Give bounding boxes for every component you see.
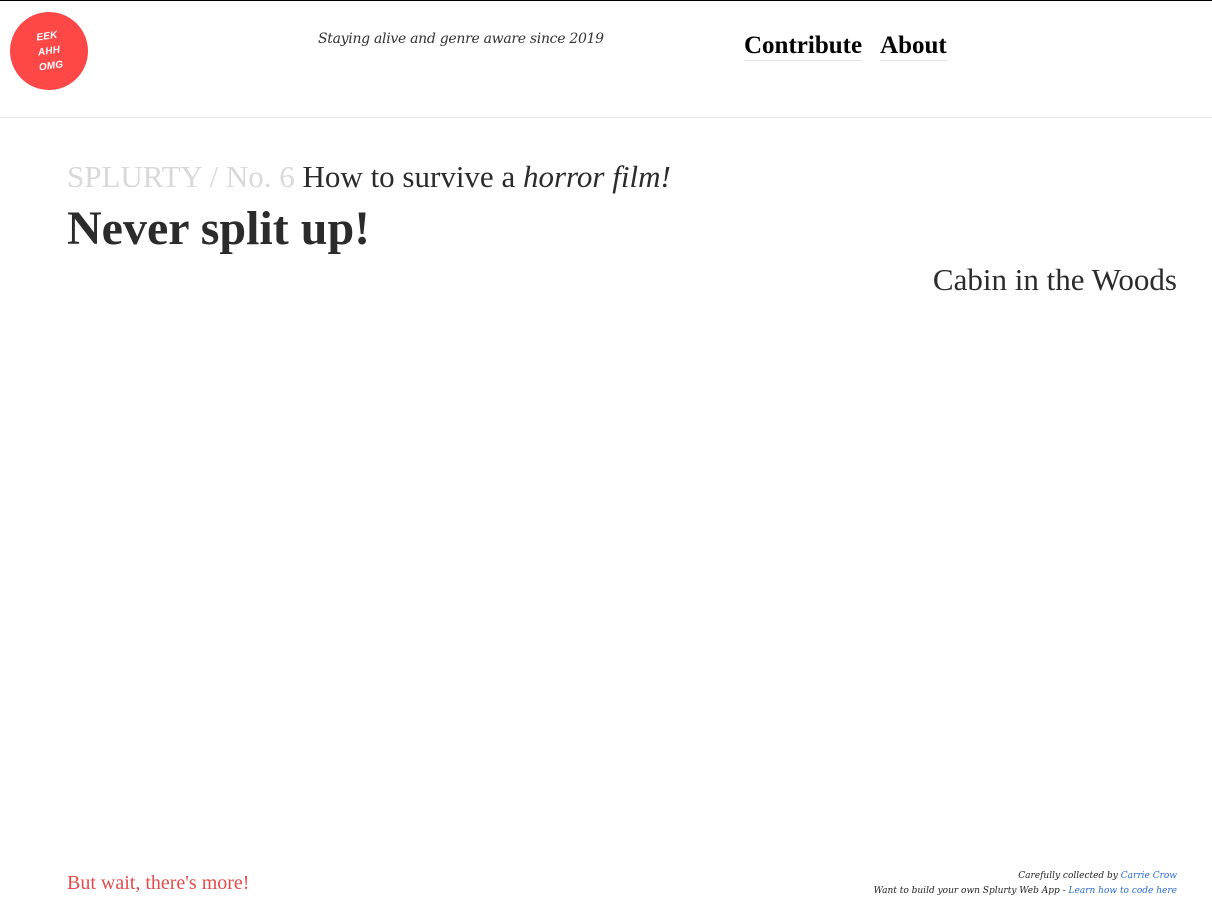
film-name: Cabin in the Woods [932, 262, 1177, 297]
series-label: SPLURTY / No. 6 [67, 159, 295, 194]
logo-line-3: OMG [38, 58, 64, 74]
build-line: Want to build your own Splurty Web App -… [874, 884, 1177, 899]
question-emphasis: horror film! [522, 159, 671, 194]
credits: Carefully collected by Carrie Crow Want … [874, 869, 1177, 899]
nav-about-link[interactable]: About [880, 32, 947, 61]
question-text: How to survive a horror film! [303, 159, 671, 194]
build-prefix: Want to build your own Splurty Web App - [873, 886, 1069, 896]
quote-kicker: SPLURTY / No. 6 How to survive a horror … [67, 157, 671, 197]
rule-title: Never split up! [67, 202, 371, 255]
author-link[interactable]: Carrie Crow [1121, 871, 1177, 881]
logo-badge[interactable]: EEK AHH OMG [4, 6, 94, 96]
site-header: EEK AHH OMG Staying alive and genre awar… [0, 1, 1212, 118]
credit-prefix: Carefully collected by [1018, 871, 1121, 881]
credit-line: Carefully collected by Carrie Crow [874, 869, 1177, 884]
nav-contribute-link[interactable]: Contribute [744, 32, 863, 61]
more-link[interactable]: But wait, there's more! [67, 871, 249, 895]
question-prefix: How to survive a [302, 159, 523, 194]
main-nav: Contribute About [744, 32, 947, 61]
site-tagline: Staying alive and genre aware since 2019 [318, 31, 604, 47]
page: EEK AHH OMG Staying alive and genre awar… [0, 0, 1212, 916]
learn-to-code-link[interactable]: Learn how to code here [1069, 886, 1177, 896]
